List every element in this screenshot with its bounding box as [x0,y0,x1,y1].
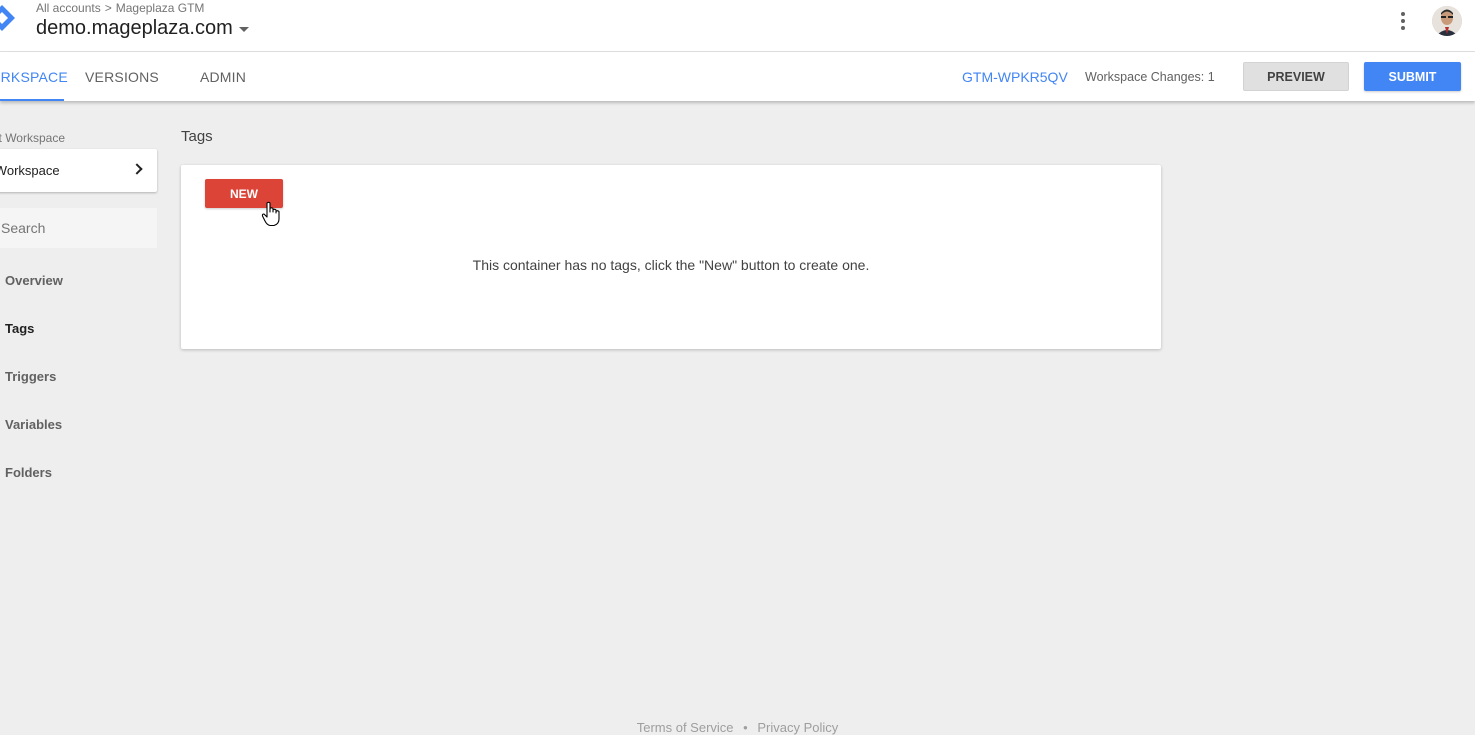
sidebar-item-tags[interactable]: Tags [5,316,145,340]
sidebar-item-folders[interactable]: Folders [5,460,145,484]
submit-button[interactable]: SUBMIT [1364,62,1461,91]
hand-cursor-icon [261,201,280,227]
workspace-name: Default Workspace [0,163,60,178]
avatar[interactable] [1432,6,1462,36]
search-input[interactable] [0,208,157,248]
empty-state-message: This container has no tags, click the "N… [472,257,870,273]
tab-admin[interactable]: ADMIN [188,52,258,101]
container-id-link[interactable]: GTM-WPKR5QV [962,69,1068,85]
chevron-right-icon [131,163,143,175]
container-selector[interactable]: demo.mageplaza.com [36,17,249,40]
sidebar-item-variables[interactable]: Variables [5,412,145,436]
tags-card: NEW This container has no tags, click th… [181,165,1161,349]
avatar-image [1432,6,1462,36]
sidebar-item-triggers[interactable]: Triggers [5,364,145,388]
tab-versions[interactable]: VERSIONS [80,52,164,101]
workspace-selector[interactable]: Default Workspace [0,149,157,192]
more-vert-icon[interactable] [1396,10,1410,32]
page-title: Tags [181,128,213,145]
chevron-down-icon [238,27,249,32]
breadcrumb-account[interactable]: Mageplaza GTM [116,1,205,15]
top-header: All accounts > Mageplaza GTM demo.magepl… [0,0,1475,52]
container-name: demo.mageplaza.com [36,17,233,39]
tab-workspace[interactable]: WORKSPACE [0,52,68,101]
workspace-changes[interactable]: Workspace Changes: 1 [1085,70,1215,84]
preview-button[interactable]: PREVIEW [1243,62,1349,91]
sidebar-item-overview[interactable]: Overview [5,268,145,292]
breadcrumb: All accounts > Mageplaza GTM [36,1,204,15]
workspace-label: Current Workspace [0,131,65,145]
breadcrumb-separator: > [104,1,112,15]
gtm-logo-icon[interactable] [0,4,16,32]
breadcrumb-all-accounts[interactable]: All accounts [36,1,101,15]
nav-bar: WORKSPACE VERSIONS ADMIN GTM-WPKR5QV Wor… [0,52,1475,101]
